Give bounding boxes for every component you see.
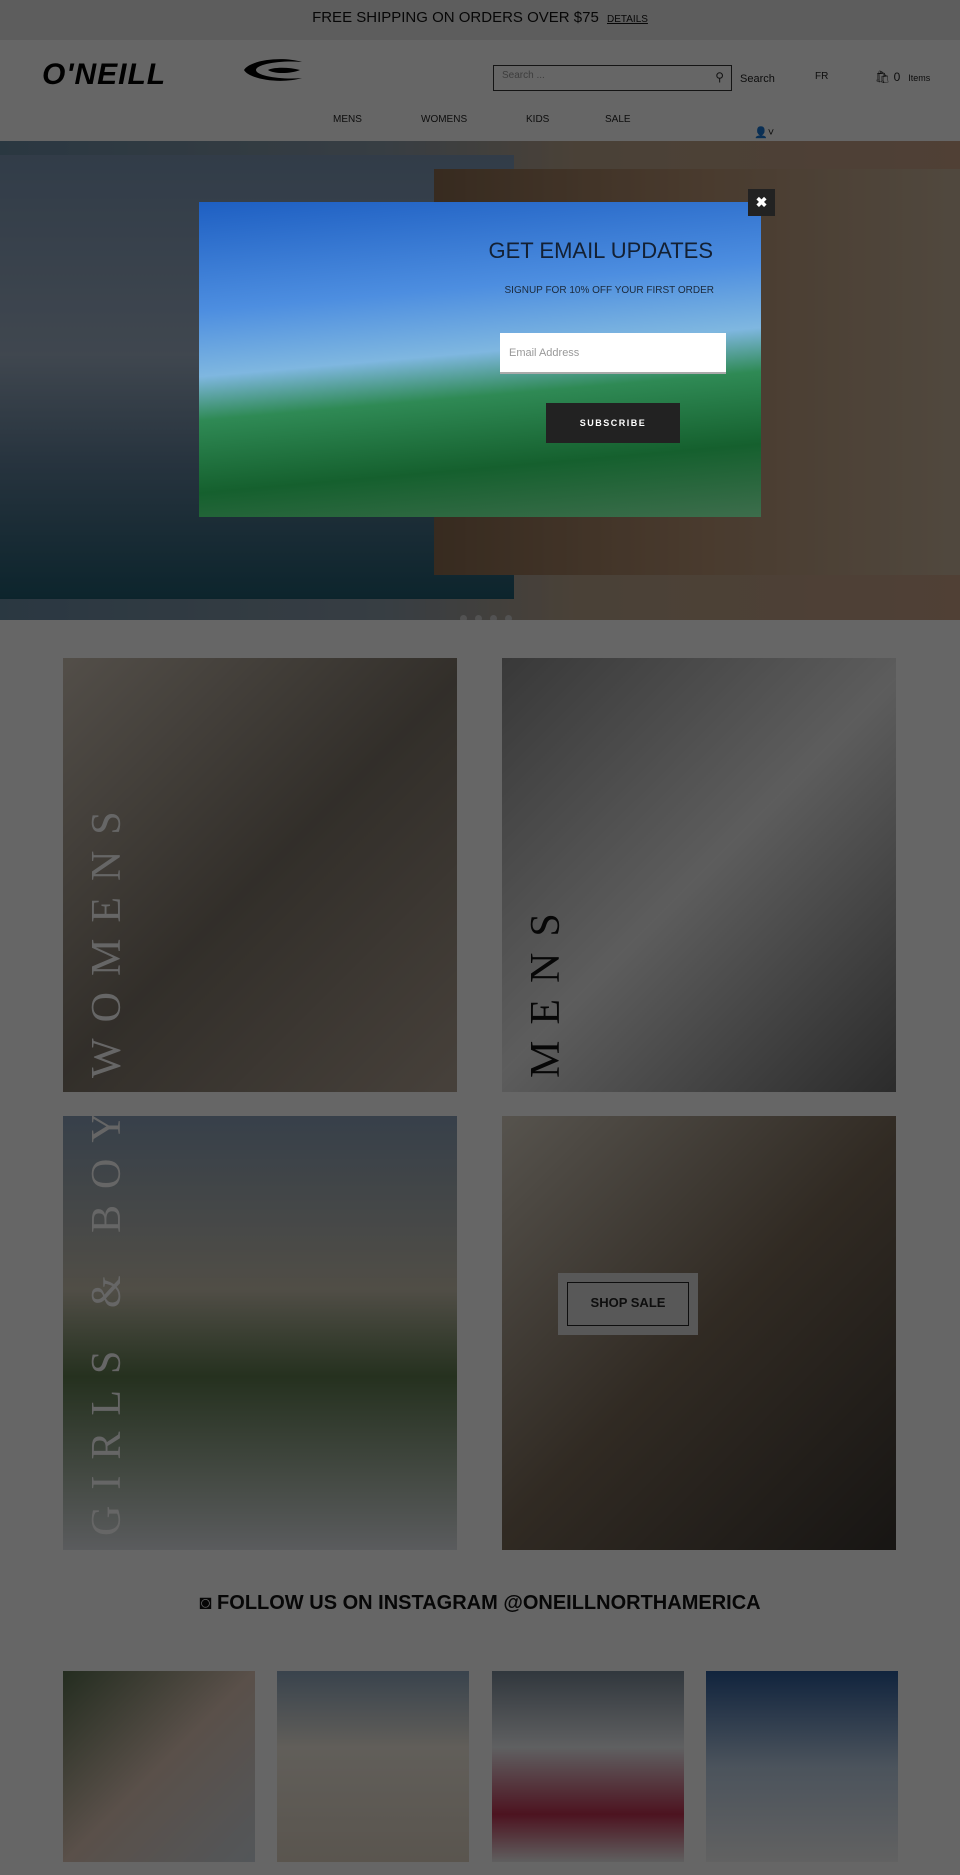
instagram-icon: ◙ [199, 1592, 212, 1614]
email-signup-modal: GET EMAIL UPDATES SIGNUP FOR 10% OFF YOU… [199, 202, 761, 517]
nav-womens[interactable]: WOMENS [421, 114, 467, 125]
mens-label: MENS [523, 897, 569, 1078]
search-placeholder: Search ... [502, 70, 545, 81]
kids-label: GIRLS & BOYS [84, 1116, 130, 1536]
carousel-dot[interactable] [490, 615, 497, 620]
instagram-post[interactable] [63, 1671, 255, 1862]
carousel-dot[interactable] [505, 615, 512, 620]
nav-kids[interactable]: KIDS [526, 114, 549, 125]
sale-tile[interactable]: SHOP SALE [502, 1116, 896, 1550]
womens-label: WOMENS [84, 795, 130, 1078]
instagram-post[interactable] [492, 1671, 684, 1862]
nav-sale[interactable]: SALE [605, 114, 631, 125]
kids-tile[interactable]: GIRLS & BOYS [63, 1116, 457, 1550]
instagram-heading-text: FOLLOW US ON INSTAGRAM @ONEILLNORTHAMERI… [217, 1592, 761, 1614]
close-icon[interactable]: ✖ [748, 189, 775, 216]
cart-count: 0 [893, 70, 901, 84]
shop-sale-label: SHOP SALE [567, 1282, 689, 1326]
carousel-dots [456, 609, 516, 620]
account-icon[interactable]: 👤˅ [754, 126, 774, 139]
logo[interactable]: O'NEILL [42, 58, 166, 92]
modal-subtitle: SIGNUP FOR 10% OFF YOUR FIRST ORDER [504, 285, 714, 296]
carousel-dot[interactable] [460, 615, 467, 620]
nav-mens[interactable]: MENS [333, 114, 362, 125]
instagram-heading[interactable]: ◙ FOLLOW US ON INSTAGRAM @ONEILLNORTHAME… [0, 1592, 960, 1615]
cart-link[interactable]: 🛍 0 Items [875, 70, 930, 84]
logo-wave-icon [244, 59, 302, 81]
promo-text: FREE SHIPPING ON ORDERS OVER $75 [312, 9, 599, 26]
carousel-dot[interactable] [475, 615, 482, 620]
instagram-post[interactable] [706, 1671, 898, 1862]
search-button[interactable]: Search [740, 73, 775, 85]
modal-title: GET EMAIL UPDATES [488, 238, 713, 263]
search-input[interactable]: Search ... ⚲ [493, 65, 732, 91]
promo-details-link[interactable]: DETAILS [607, 14, 648, 25]
instagram-post[interactable] [277, 1671, 469, 1862]
bag-icon: 🛍 [875, 70, 891, 84]
language-switch[interactable]: FR [815, 71, 828, 82]
email-field[interactable] [500, 333, 726, 374]
cart-label: Items [908, 73, 931, 83]
subscribe-button[interactable]: SUBSCRIBE [546, 403, 680, 443]
womens-tile[interactable]: WOMENS [63, 658, 457, 1092]
mens-tile[interactable]: MENS [502, 658, 896, 1092]
promo-bar: FREE SHIPPING ON ORDERS OVER $75 DETAILS [0, 0, 960, 40]
shop-sale-button[interactable]: SHOP SALE [558, 1273, 698, 1335]
search-icon[interactable]: ⚲ [715, 70, 724, 84]
